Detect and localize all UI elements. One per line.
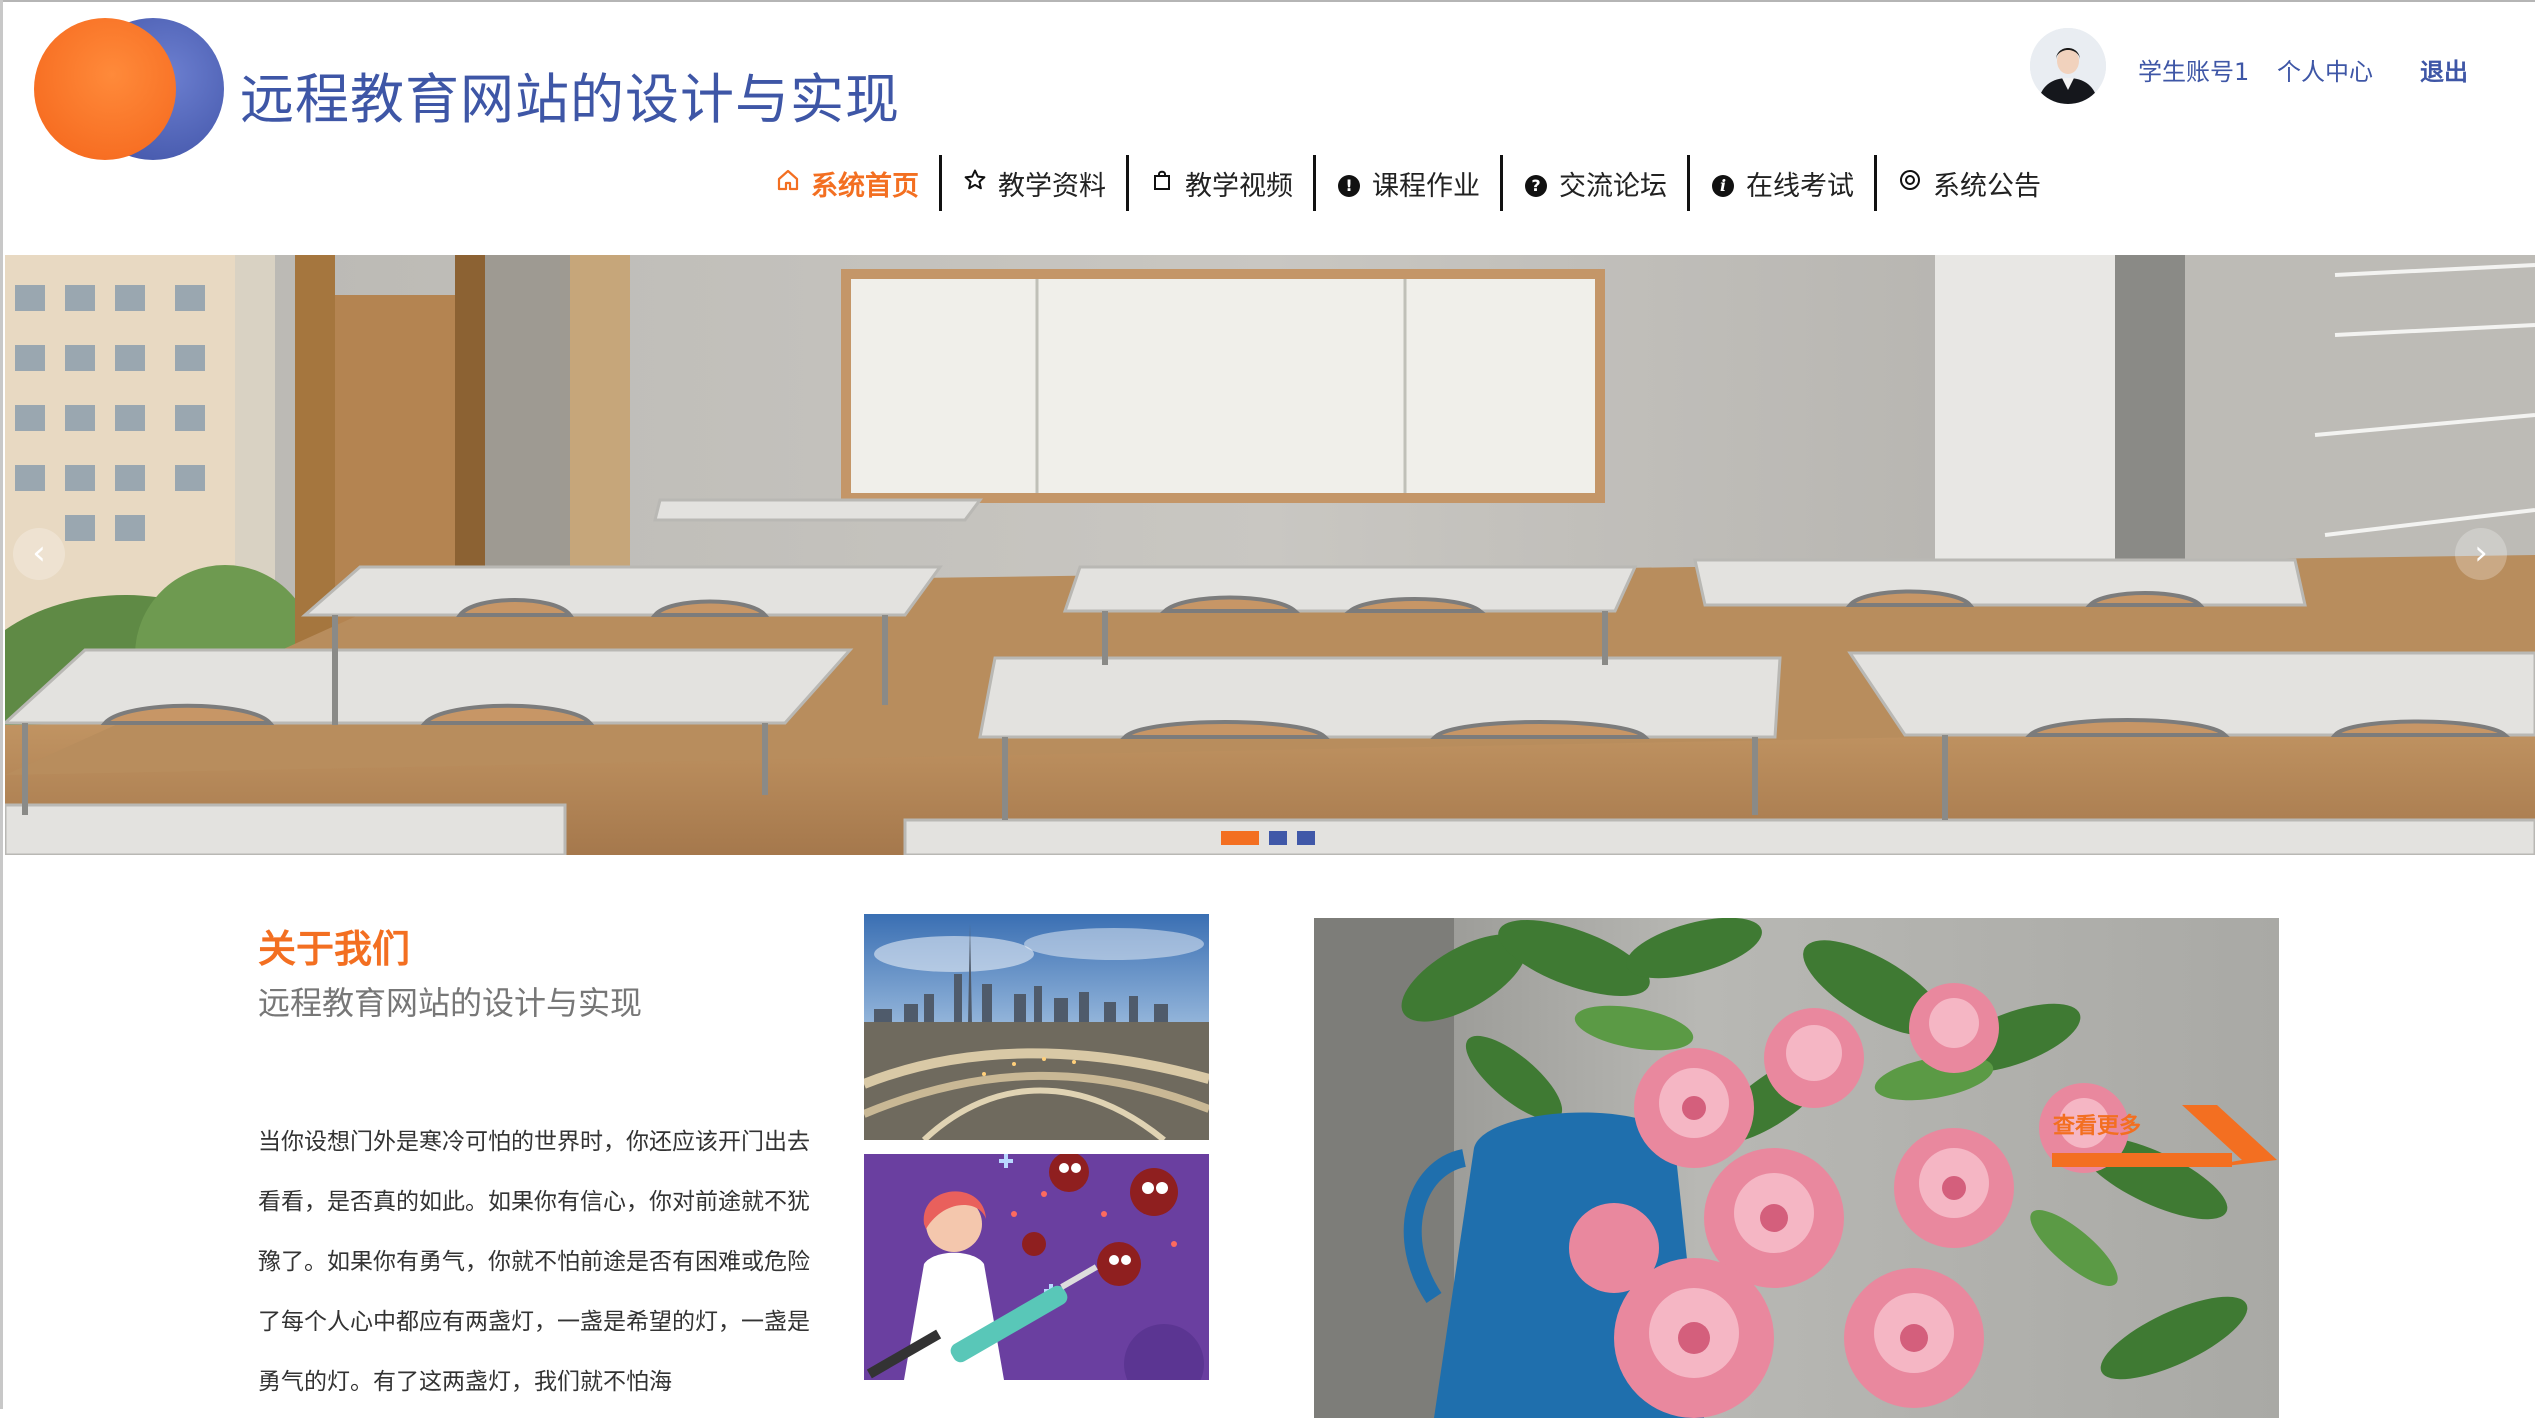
doctor-illustration[interactable]	[864, 1154, 1209, 1380]
exclamation-icon: !	[1336, 169, 1362, 197]
star-icon	[962, 168, 988, 198]
chevron-right-icon: ›	[2474, 533, 2488, 573]
nav-item-exam[interactable]: i 在线考试	[1690, 155, 1874, 211]
bag-icon	[1149, 168, 1175, 198]
about-subtitle: 远程教育网站的设计与实现	[258, 984, 643, 1022]
site-title: 远程教育网站的设计与实现	[240, 68, 900, 131]
info-icon: i	[1710, 169, 1736, 197]
city-image[interactable]	[864, 914, 1209, 1140]
site-logo[interactable]	[34, 18, 224, 162]
banner-carousel[interactable]: ‹ ›	[5, 255, 2535, 855]
nav-item-homework[interactable]: ! 课程作业	[1316, 155, 1500, 211]
logo-orange-circle	[34, 18, 176, 160]
carousel-dot-1[interactable]	[1221, 831, 1259, 845]
carousel-dot-3[interactable]	[1297, 831, 1315, 845]
question-icon: ?	[1523, 169, 1549, 197]
nav-item-home[interactable]: 系统首页	[755, 155, 939, 211]
about-title: 关于我们	[258, 927, 411, 971]
nav-item-label: 教学资料	[998, 170, 1106, 202]
arrow-right-icon[interactable]	[2052, 1105, 2282, 1175]
carousel-next-button[interactable]: ›	[2455, 528, 2507, 580]
user-avatar[interactable]	[2030, 28, 2106, 104]
nav-item-label: 交流论坛	[1559, 170, 1667, 202]
nav-item-label: 课程作业	[1372, 170, 1480, 202]
carousel-prev-button[interactable]: ‹	[13, 528, 65, 580]
window-left-border	[0, 0, 3, 1409]
main-nav: 系统首页 教学资料 教学视频 ! 课程作业 ? 交流论坛 i 在线考试 系统公告	[755, 155, 2061, 211]
carousel-indicators	[1221, 831, 1315, 845]
nav-item-videos[interactable]: 教学视频	[1129, 155, 1313, 211]
about-body: 当你设想门外是寒冷可怕的世界时，你还应该开门出去看看，是否真的如此。如果你有信心…	[258, 1129, 810, 1395]
nav-item-notice[interactable]: 系统公告	[1877, 155, 2061, 211]
nav-item-label: 系统首页	[811, 170, 919, 202]
window-top-border	[0, 0, 2535, 2]
nav-item-forum[interactable]: ? 交流论坛	[1503, 155, 1687, 211]
nav-item-label: 在线考试	[1746, 170, 1854, 202]
home-icon	[775, 168, 801, 198]
classroom-photo	[5, 255, 2535, 855]
username-link[interactable]: 学生账号1	[2138, 52, 2249, 87]
chevron-left-icon: ‹	[32, 533, 46, 573]
carousel-dot-2[interactable]	[1269, 831, 1287, 845]
settings-icon	[1897, 168, 1923, 198]
nav-item-label: 教学视频	[1185, 170, 1293, 202]
profile-link[interactable]: 个人中心	[2277, 52, 2373, 87]
nav-item-materials[interactable]: 教学资料	[942, 155, 1126, 211]
logout-link[interactable]: 退出	[2420, 52, 2468, 87]
nav-item-label: 系统公告	[1933, 170, 2041, 202]
